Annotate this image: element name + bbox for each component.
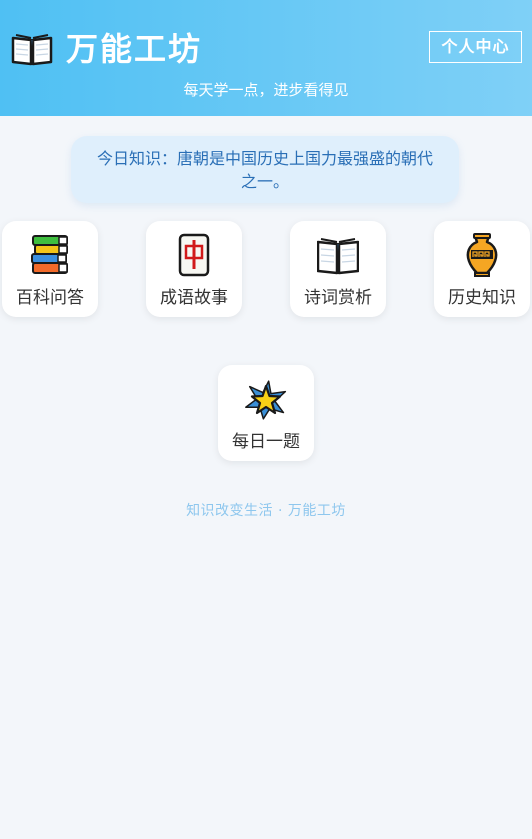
menu-card-label: 诗词赏析	[304, 288, 372, 308]
menu-card-idiom-stories[interactable]: 成语故事	[146, 221, 242, 317]
profile-center-button[interactable]: 个人中心	[429, 31, 522, 63]
menu-card-daily-question[interactable]: 每日一题	[218, 365, 314, 461]
app-header: 万能工坊 个人中心 每天学一点，进步看得见	[0, 0, 532, 116]
app-title: 万能工坊	[66, 30, 203, 68]
app-subtitle: 每天学一点，进步看得见	[183, 81, 349, 99]
menu-card-label: 百科问答	[16, 288, 84, 308]
star-burst-icon	[245, 380, 287, 420]
menu-card-history-knowledge[interactable]: 历史知识	[434, 221, 530, 317]
books-stack-icon	[31, 235, 68, 274]
amphora-icon	[466, 233, 498, 277]
daily-tip-text: 今日知识：唐朝是中国历史上国力最强盛的朝代之一。	[96, 149, 433, 191]
open-book-icon	[11, 34, 53, 66]
menu-card-label: 每日一题	[232, 432, 300, 452]
daily-tip-banner: 今日知识：唐朝是中国历史上国力最强盛的朝代之一。	[71, 136, 459, 203]
open-book-icon	[317, 238, 359, 275]
mahjong-red-dragon-icon	[178, 233, 210, 277]
menu-card-label: 成语故事	[160, 288, 228, 308]
menu-card-poetry-appreciation[interactable]: 诗词赏析	[290, 221, 386, 317]
menu-card-encyclopedia-qa[interactable]: 百科问答	[2, 221, 98, 317]
menu-card-label: 历史知识	[448, 288, 516, 308]
footer-slogan: 知识改变生活 · 万能工坊	[186, 503, 346, 519]
